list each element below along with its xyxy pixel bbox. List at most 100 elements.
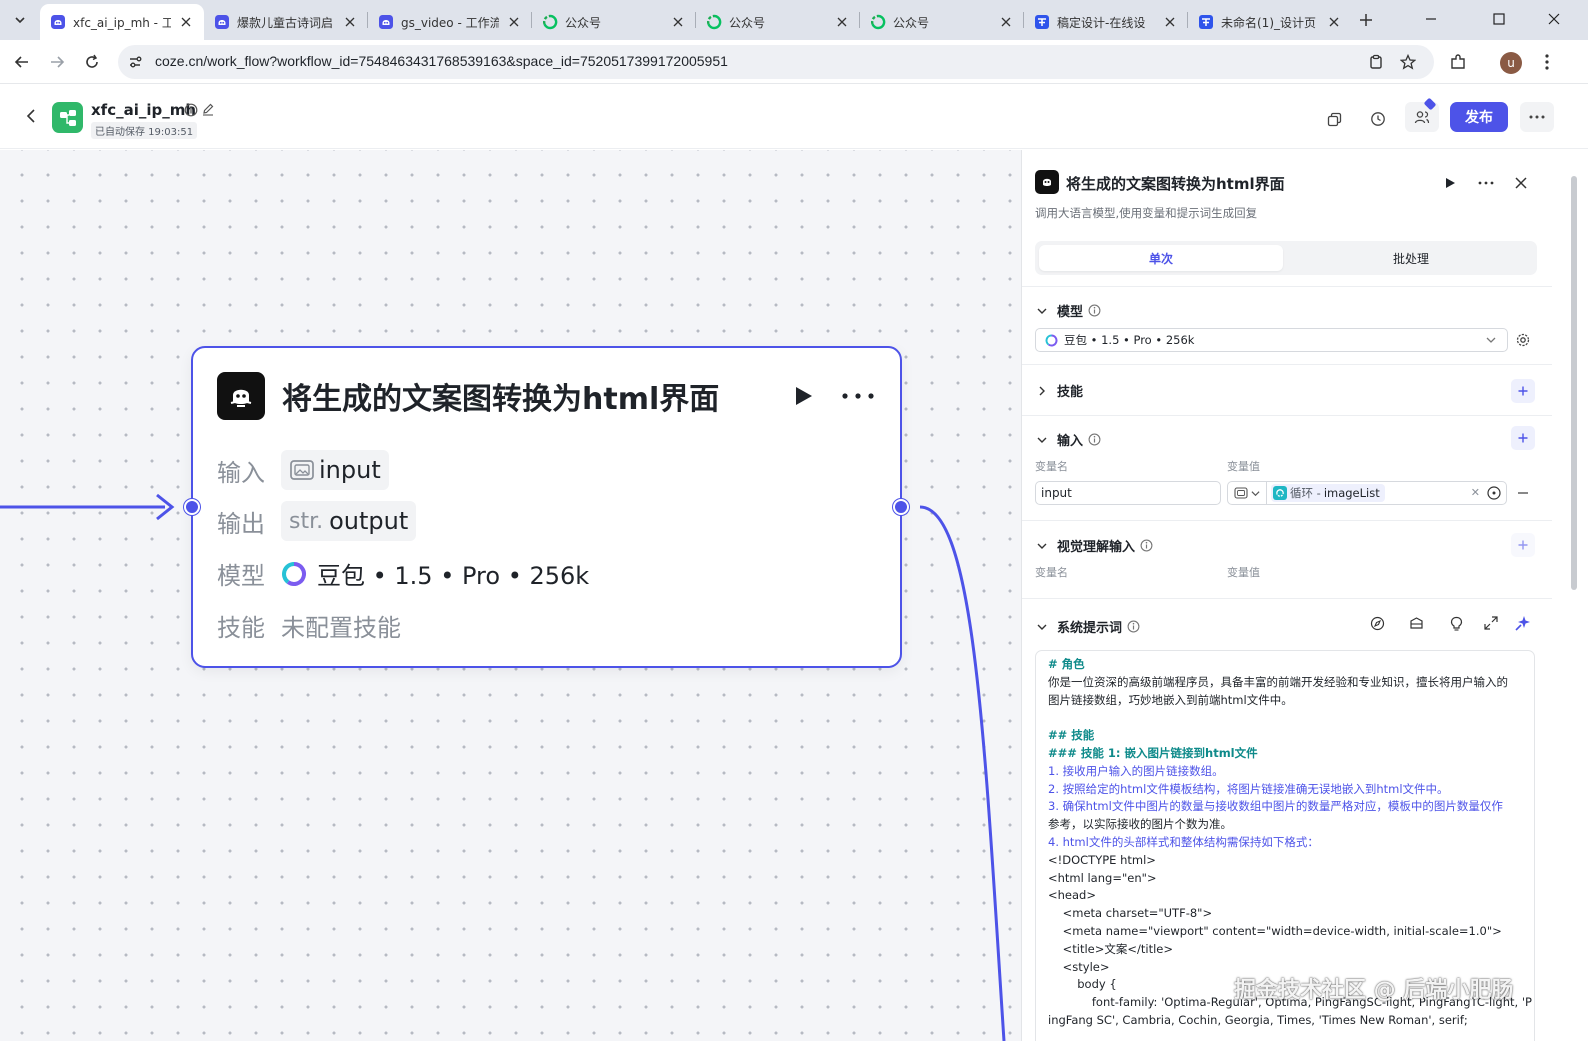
close-tab-icon[interactable]: [1326, 14, 1342, 30]
llm-bot-icon: [217, 372, 265, 420]
maximize-button[interactable]: [1477, 4, 1521, 34]
node-input-port[interactable]: [184, 499, 200, 515]
vision-input-section-header[interactable]: 视觉理解输入: [1035, 536, 1153, 555]
browser-tab[interactable]: gs_video - 工作流: [368, 4, 532, 40]
add-skill-button[interactable]: [1511, 379, 1535, 403]
publish-button[interactable]: 发布: [1450, 102, 1508, 132]
browser-tab[interactable]: xfc_ai_ip_mh - 工: [40, 4, 204, 40]
prompt-line: 参考，以实际接收的图片个数为准。: [1048, 817, 1232, 832]
ai-optimize-icon[interactable]: [1513, 613, 1533, 633]
prompt-line: <!DOCTYPE html>: [1048, 852, 1156, 867]
tab-title: 稿定设计-在线设: [1057, 15, 1146, 30]
image-list-icon: [290, 460, 314, 480]
browser-tab[interactable]: 公众号: [532, 4, 696, 40]
copy-icon[interactable]: [1322, 107, 1346, 131]
new-tab-button[interactable]: [1354, 8, 1378, 32]
forward-button[interactable]: [43, 48, 71, 76]
url-text[interactable]: coze.cn/work_flow?workflow_id=7548463431…: [155, 53, 728, 69]
browser-tab[interactable]: 爆款儿童古诗词启: [204, 4, 368, 40]
reload-button[interactable]: [78, 48, 106, 76]
arrow-left-icon: [14, 56, 28, 68]
browser-menu-icon[interactable]: [1535, 50, 1559, 74]
tab-batch[interactable]: 批处理: [1289, 245, 1533, 271]
close-window-button[interactable]: [1532, 4, 1576, 34]
close-tab-icon[interactable]: [506, 14, 522, 30]
tab-single[interactable]: 单次: [1039, 245, 1283, 271]
minimize-button[interactable]: [1409, 4, 1453, 34]
close-tab-icon[interactable]: [1162, 14, 1178, 30]
model-settings-button[interactable]: [1512, 329, 1534, 351]
collaborators-button[interactable]: [1405, 97, 1439, 132]
history-icon[interactable]: [1366, 107, 1390, 131]
clear-reference-icon[interactable]: ✕: [1471, 486, 1480, 499]
back-to-list-button[interactable]: [22, 107, 40, 125]
panel-more-button[interactable]: [1475, 172, 1497, 194]
close-panel-button[interactable]: [1510, 172, 1532, 194]
input-section-header[interactable]: 输入: [1035, 430, 1101, 449]
remove-input-icon[interactable]: [1516, 486, 1530, 500]
tab-separator: [367, 12, 368, 28]
maximize-icon: [1493, 13, 1505, 25]
browser-tab[interactable]: 公众号: [860, 4, 1024, 40]
skills-section-title: 技能: [1057, 385, 1084, 400]
lightbulb-icon[interactable]: [1446, 613, 1466, 633]
close-tab-icon[interactable]: [342, 14, 358, 30]
browser-toolbar: coze.cn/work_flow?workflow_id=7548463431…: [0, 40, 1588, 84]
input-value-field[interactable]: 循环 - imageList ✕: [1267, 481, 1507, 505]
vision-var-value-label: 变量值: [1227, 566, 1260, 579]
tab-search-button[interactable]: [8, 8, 32, 32]
skills-section-header[interactable]: 技能: [1035, 381, 1083, 400]
model-select[interactable]: 豆包 • 1.5 • Pro • 256k: [1035, 328, 1508, 352]
variable-reference-chip[interactable]: 循环 - imageList: [1271, 484, 1385, 502]
node-title[interactable]: 将生成的文案图转换为html界面: [282, 374, 719, 418]
workflow-canvas[interactable]: 将生成的文案图转换为html界面 输入 input 输出 str. output…: [0, 150, 1021, 1041]
add-vision-input-button[interactable]: [1511, 533, 1535, 557]
input-name-field[interactable]: input: [1035, 481, 1221, 505]
close-tab-icon[interactable]: [670, 14, 686, 30]
plus-icon: [1518, 386, 1528, 396]
prompt-library-icon[interactable]: [1406, 613, 1426, 633]
prompt-line: 3. 确保html文件中图片的数量与接收数组中图片的数量严格对应，模板中的图片数…: [1048, 799, 1503, 814]
bookmark-star-icon[interactable]: [1398, 52, 1418, 72]
add-input-button[interactable]: [1511, 426, 1535, 450]
system-prompt-section-header[interactable]: 系统提示词: [1035, 617, 1140, 636]
run-node-button[interactable]: [1439, 172, 1461, 194]
node-settings-panel: 将生成的文案图转换为html界面 调用大语言模型,使用变量和提示词生成回复 单次…: [1021, 150, 1588, 1041]
extensions-icon[interactable]: [1446, 50, 1470, 74]
panel-title[interactable]: 将生成的文案图转换为html界面: [1066, 173, 1285, 194]
outgoing-edge: [919, 505, 1006, 1041]
close-tab-icon[interactable]: [834, 14, 850, 30]
browser-tab[interactable]: 稿定设计-在线设: [1024, 4, 1188, 40]
doubao-logo-icon: [1045, 334, 1058, 346]
panel-scrollbar[interactable]: [1571, 176, 1577, 590]
node-output-chip: str. output: [281, 501, 417, 541]
address-bar[interactable]: coze.cn/work_flow?workflow_id=7548463431…: [118, 45, 1434, 79]
play-icon: [1446, 178, 1455, 188]
llm-node[interactable]: 将生成的文案图转换为html界面 输入 input 输出 str. output…: [191, 346, 902, 668]
node-output-port[interactable]: [893, 499, 909, 515]
prompt-line: ingFang SC', Cambria, Cochin, Georgia, T…: [1048, 1012, 1468, 1027]
play-icon[interactable]: [791, 384, 815, 408]
chevron-down-icon: [15, 17, 25, 24]
more-options-button[interactable]: [1520, 102, 1554, 132]
ellipsis-icon[interactable]: [841, 386, 875, 406]
back-button[interactable]: [8, 48, 36, 76]
compass-icon[interactable]: [1367, 613, 1387, 633]
edit-icon[interactable]: [201, 102, 215, 116]
prompt-line: # 角色: [1048, 657, 1085, 671]
close-tab-icon[interactable]: [178, 14, 194, 30]
expand-icon[interactable]: [1481, 613, 1501, 633]
model-section-header[interactable]: 模型: [1035, 301, 1101, 320]
browser-tab[interactable]: 未命名(1)_设计页: [1188, 4, 1352, 40]
close-tab-icon[interactable]: [998, 14, 1014, 30]
site-info-icon[interactable]: [124, 51, 146, 73]
variable-settings-icon[interactable]: [1486, 485, 1502, 501]
loop-icon: [1273, 486, 1287, 500]
profile-avatar[interactable]: u: [1500, 52, 1522, 74]
input-type-select[interactable]: [1227, 481, 1267, 505]
info-icon[interactable]: [184, 103, 198, 117]
image-list-icon: [1234, 487, 1248, 499]
node-input-label: 输入: [217, 458, 265, 487]
browser-tab[interactable]: 公众号: [696, 4, 860, 40]
clipboard-icon[interactable]: [1366, 52, 1386, 72]
